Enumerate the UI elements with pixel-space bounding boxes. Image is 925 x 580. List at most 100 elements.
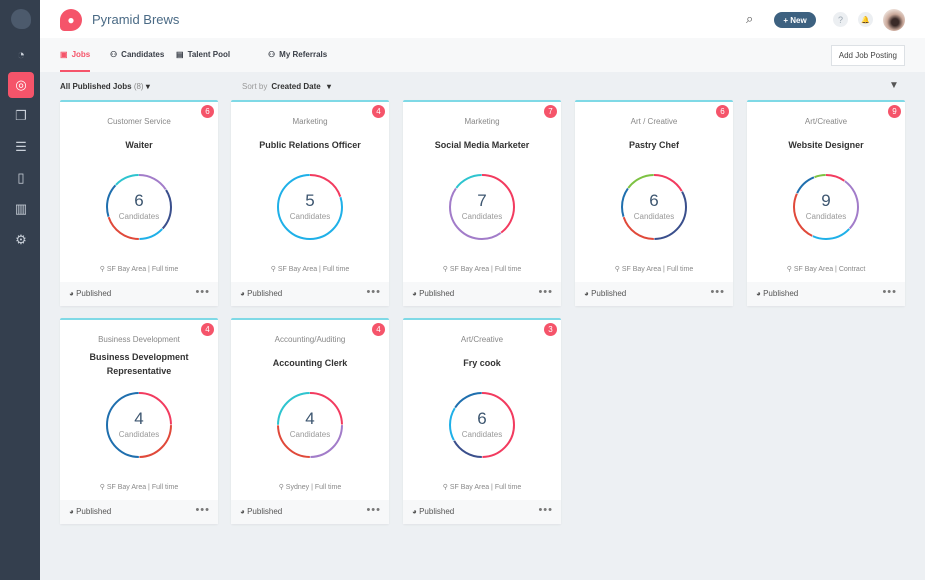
- status-icon: ◕: [240, 507, 245, 516]
- candidate-count: 9: [821, 191, 831, 210]
- status-text: Published: [419, 289, 455, 298]
- candidate-count: 4: [134, 409, 144, 428]
- search-icon[interactable]: ⌕: [746, 11, 753, 27]
- jobs-filter-dropdown[interactable]: All Published Jobs (8) ▾: [60, 82, 150, 91]
- avatar[interactable]: [883, 9, 905, 31]
- more-options-icon[interactable]: •••: [366, 286, 381, 298]
- job-title[interactable]: Accounting Clerk: [239, 356, 381, 370]
- candidate-label: Candidates: [118, 430, 160, 439]
- book-icon[interactable]: ▯: [8, 165, 34, 191]
- job-category: Art / Creative: [630, 117, 678, 126]
- more-options-icon[interactable]: •••: [882, 286, 897, 298]
- new-button[interactable]: + New: [774, 12, 816, 28]
- status-icon: ◕: [69, 289, 74, 298]
- job-category: Accounting/Auditing: [274, 335, 346, 344]
- more-options-icon[interactable]: •••: [538, 286, 553, 298]
- more-options-icon[interactable]: •••: [366, 504, 381, 516]
- briefcase-icon: ▣: [60, 50, 68, 59]
- job-card[interactable]: 4 Marketing Public Relations Officer 5 C…: [231, 100, 389, 306]
- bell-icon[interactable]: 🔔: [858, 12, 873, 27]
- windows-icon[interactable]: ❐: [8, 103, 34, 129]
- job-location: ⚲ SF Bay Area | Full time: [231, 265, 389, 273]
- reports-icon[interactable]: ▥: [8, 196, 34, 222]
- job-status: ◕ Published: [240, 289, 282, 298]
- candidate-label: Candidates: [461, 430, 503, 439]
- job-status: ◕ Published: [412, 289, 454, 298]
- job-card[interactable]: 4 Accounting/Auditing Accounting Clerk 4…: [231, 318, 389, 524]
- account-logo[interactable]: [11, 9, 31, 29]
- job-title[interactable]: Business Development Representative: [68, 350, 210, 378]
- job-location: ⚲ SF Bay Area | Full time: [403, 483, 561, 491]
- status-text: Published: [76, 289, 112, 298]
- filter-icon[interactable]: ▼: [889, 80, 899, 91]
- status-text: Published: [247, 507, 283, 516]
- job-card[interactable]: 6 Art / Creative Pastry Chef 6 Candidate…: [575, 100, 733, 306]
- job-category: Customer Service: [107, 117, 171, 126]
- location-pin-icon: ⚲: [99, 266, 105, 273]
- location-text: SF Bay Area | Full time: [106, 266, 179, 273]
- location-pin-icon: ⚲: [614, 266, 620, 273]
- job-card[interactable]: 7 Marketing Social Media Marketer 7 Cand…: [403, 100, 561, 306]
- status-text: Published: [763, 289, 799, 298]
- tab-bar: ▣ Jobs ⚇ Candidates ▤ Talent Pool ⚇ My Referral…: [40, 38, 925, 72]
- job-card[interactable]: 9 Art/Creative Website Designer 9 Candid…: [747, 100, 905, 306]
- job-category: Marketing: [464, 117, 500, 126]
- job-location: ⚲ Sydney | Full time: [231, 483, 389, 491]
- brand-name: Pyramid Brews: [92, 12, 180, 27]
- sort-dropdown[interactable]: Sort by Created Date ▾: [242, 82, 331, 91]
- candidate-label: Candidates: [805, 212, 847, 221]
- more-options-icon[interactable]: •••: [538, 504, 553, 516]
- help-icon[interactable]: ?: [833, 12, 848, 27]
- more-options-icon[interactable]: •••: [710, 286, 725, 298]
- tab-label: Talent Pool: [187, 50, 231, 59]
- status-icon: ◕: [412, 507, 417, 516]
- location-pin-icon: ⚲: [786, 266, 792, 273]
- tab-jobs[interactable]: ▣ Jobs: [60, 50, 91, 72]
- tab-label: Jobs: [71, 50, 91, 59]
- checklist-icon[interactable]: ☰: [8, 134, 34, 160]
- brand-logo-icon: ●: [60, 9, 82, 31]
- settings-icon[interactable]: ⚙: [8, 227, 34, 253]
- job-card[interactable]: 3 Art/Creative Fry cook 6 Candidates ⚲ S…: [403, 318, 561, 524]
- job-location: ⚲ SF Bay Area | Contract: [747, 265, 905, 273]
- tab-candidates[interactable]: ⚇ Candidates: [110, 50, 164, 59]
- job-status: ◕ Published: [69, 507, 111, 516]
- job-title[interactable]: Public Relations Officer: [239, 138, 381, 152]
- location-text: SF Bay Area | Contract: [793, 266, 866, 273]
- status-icon: ◕: [69, 507, 74, 516]
- job-title[interactable]: Waiter: [68, 138, 210, 152]
- job-category: Business Development: [98, 335, 180, 344]
- more-options-icon[interactable]: •••: [195, 286, 210, 298]
- job-title[interactable]: Fry cook: [411, 356, 553, 370]
- card-footer: ◕ Published •••: [747, 282, 905, 306]
- more-options-icon[interactable]: •••: [195, 504, 210, 516]
- tab-label: Candidates: [121, 50, 165, 59]
- tab-my-referrals[interactable]: ⚇ My Referrals: [268, 50, 327, 59]
- job-title[interactable]: Website Designer: [755, 138, 897, 152]
- card-footer: ◕ Published •••: [575, 282, 733, 306]
- dashboard-icon[interactable]: ◔: [8, 41, 34, 67]
- job-category: Art/Creative: [460, 335, 504, 344]
- tab-talent-pool[interactable]: ▤ Talent Pool: [176, 50, 230, 59]
- location-pin-icon: ⚲: [442, 266, 448, 273]
- recruiting-icon[interactable]: ◎: [8, 72, 34, 98]
- sort-label: Sort by: [242, 82, 268, 91]
- job-card[interactable]: 4 Business Development Business Developm…: [60, 318, 218, 524]
- card-footer: ◕ Published •••: [403, 500, 561, 524]
- add-job-posting-button[interactable]: Add Job Posting: [830, 45, 905, 66]
- location-text: Sydney | Full time: [285, 484, 342, 491]
- job-card[interactable]: 6 Customer Service Waiter 6 Candidates ⚲…: [60, 100, 218, 306]
- candidate-label: Candidates: [461, 212, 503, 221]
- candidate-count: 7: [477, 191, 487, 210]
- status-text: Published: [247, 289, 283, 298]
- job-status: ◕ Published: [240, 507, 282, 516]
- job-status: ◕ Published: [584, 289, 626, 298]
- sort-value: Created Date: [271, 82, 321, 91]
- job-location: ⚲ SF Bay Area | Full time: [60, 265, 218, 273]
- filter-label: All Published Jobs: [60, 82, 132, 91]
- location-text: SF Bay Area | Full time: [277, 266, 350, 273]
- status-text: Published: [591, 289, 627, 298]
- status-icon: ◕: [584, 289, 589, 298]
- job-title[interactable]: Pastry Chef: [583, 138, 725, 152]
- job-title[interactable]: Social Media Marketer: [411, 138, 553, 152]
